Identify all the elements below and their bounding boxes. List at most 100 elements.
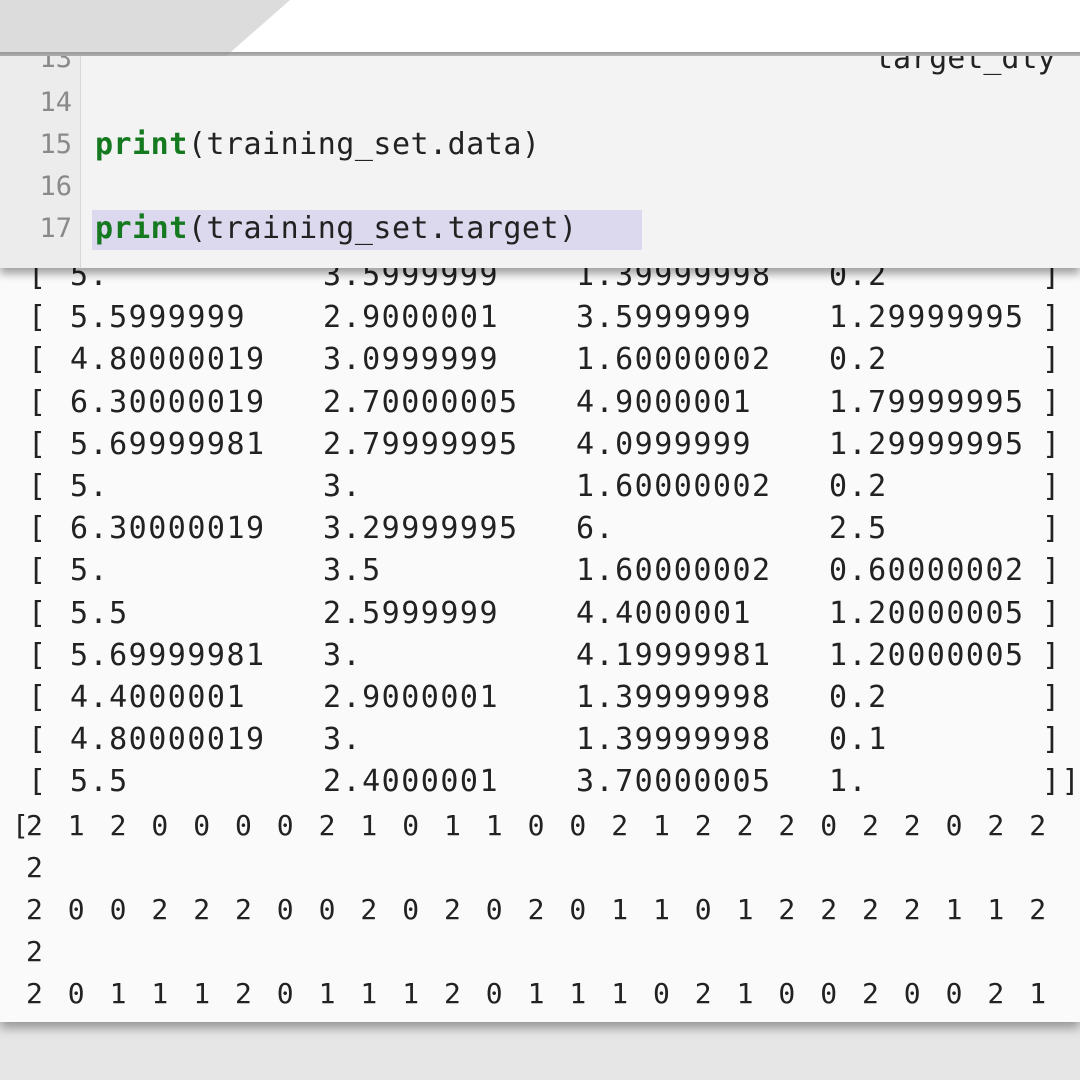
data-cell: 3.70000005 [576,764,772,800]
code-expression: (training_set.target) [187,211,578,246]
data-cell: 5.5999999 [70,300,247,336]
target-value: 2 [444,893,461,926]
target-value: 2 [26,851,43,884]
data-cell: 3. [323,637,363,673]
data-cell: 1.20000005 [829,637,1025,673]
target-value: 2 [903,893,921,926]
target-value: 1 [193,977,211,1010]
target-value: 1 [1029,977,1047,1010]
row-close-bracket: ]] [1042,764,1080,800]
data-cell: 2.70000005 [323,384,519,420]
target-value: 2 [318,809,336,842]
target-value: 0 [193,809,211,842]
data-cell: 0.1 [829,722,888,758]
data-cell: 0.2 [829,342,888,378]
data-cell: 1.60000002 [576,553,772,589]
target-value: 1 [318,977,336,1010]
target-value: 0 [569,809,587,842]
data-cell: 3.0999999 [323,342,500,378]
target-value: 2 [694,809,712,842]
console-output[interactable]: [5. 3.5999999 1.39999998 0.2] [5.5999999 2.90… [0,250,1080,1022]
target-value: 2 [820,893,838,926]
target-value: 0 [235,809,252,842]
target-value: 2 [235,977,252,1010]
row-close-bracket: ] [1042,637,1062,673]
target-value: 1 [109,977,127,1010]
data-cell: 1.60000002 [576,342,772,378]
row-close-bracket: ] [1042,595,1062,631]
code-text: print(training_set.target) [95,208,578,250]
data-cell: 2.5999999 [323,595,500,631]
data-cell: 5.5 [70,595,129,631]
target-value: 1 [611,977,629,1010]
target-value: 2 [26,935,43,968]
target-value: 2 [1029,809,1047,842]
code-line[interactable]: 14 [0,82,1080,124]
target-value: 1 [611,893,629,926]
line-number: 17 [39,213,72,244]
target-value: 1 [736,893,754,926]
data-cell: 5.5 [70,764,129,800]
target-value: 1 [736,977,754,1010]
target-value: 2 [193,893,211,926]
target-value: 2 [527,893,545,926]
target-value: 2 [26,977,43,1010]
row-open-bracket: [ [28,384,48,420]
target-value: 0 [67,893,85,926]
code-line[interactable]: 13 target_dty [0,56,1080,80]
keyword-print: print [95,211,188,246]
target-value: 0 [151,809,169,842]
row-close-bracket: ] [1042,342,1062,378]
code-line[interactable]: 17 print(training_set.target) [0,208,1080,250]
row-open-bracket: [ [28,595,48,631]
code-line[interactable]: 15 print(training_set.data) [0,124,1080,166]
target-value: 2 [444,977,461,1010]
data-cell: 2.79999995 [323,426,519,462]
data-cell: 5.69999981 [70,426,266,462]
target-value: 2 [987,977,1005,1010]
target-value: 0 [569,893,587,926]
target-value: 1 [987,893,1005,926]
data-cell: 4.4000001 [576,595,753,631]
target-value: 2 [694,977,712,1010]
row-close-bracket: ] [1042,300,1062,336]
target-value: 0 [694,893,712,926]
data-cell: 3.29999995 [323,511,519,547]
data-cell: 4.19999981 [576,637,772,673]
line-number: 16 [39,171,72,202]
target-value: 2 [903,809,921,842]
row-open-bracket: [ [28,511,48,547]
target-value: 2 [26,809,43,842]
row-open-bracket: [ [28,680,48,715]
target-value: 1 [653,809,670,842]
data-cell: 2.9000001 [323,680,500,715]
data-cell: 1.60000002 [576,469,772,504]
data-cell: 3.5999999 [576,300,753,336]
row-close-bracket: ] [1042,680,1062,715]
target-value: 1 [653,893,670,926]
target-value: 0 [945,809,963,842]
code-line[interactable]: 16 [0,166,1080,208]
data-cell: 4.0999999 [576,426,753,462]
row-open-bracket: [ [28,426,48,462]
data-cell: 4.80000019 [70,342,266,378]
target-value: 2 [360,893,378,926]
data-cell: 2.9000001 [323,300,500,336]
data-cell: 5. [70,553,110,589]
target-value: 0 [276,977,294,1010]
code-editor[interactable]: 13 target_dty 14 15 print(training_set.data)… [0,56,1080,268]
data-cell: 5.69999981 [70,637,266,673]
target-value: 1 [67,809,85,842]
target-value: 1 [569,977,587,1010]
target-value: 1 [444,809,461,842]
data-cell: 3. [323,722,363,758]
code-continuation: target_dty [875,56,1056,76]
target-value: 2 [862,809,879,842]
data-cell: 1.39999998 [576,680,772,715]
row-open-bracket: [ [28,300,48,336]
target-value: 0 [945,977,963,1010]
target-value: 2 [1029,893,1047,926]
line-number: 13 [39,56,72,74]
target-value: 0 [527,809,545,842]
target-value: 1 [527,977,545,1010]
